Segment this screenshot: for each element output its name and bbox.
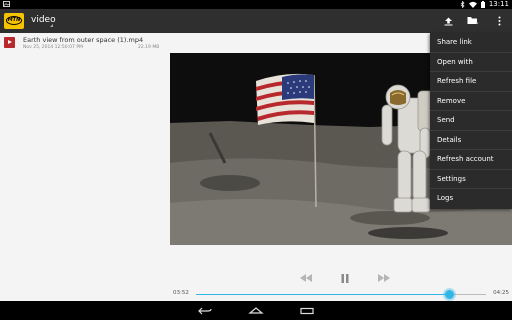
seek-progress: [196, 294, 450, 295]
fast-forward-icon[interactable]: [378, 274, 390, 282]
home-button[interactable]: [245, 303, 267, 318]
seek-track[interactable]: [196, 290, 486, 299]
new-folder-button[interactable]: [465, 13, 481, 29]
logo-text: MTN: [7, 17, 21, 23]
spinner-caret-icon: [50, 24, 53, 27]
video-file-icon: [4, 37, 15, 48]
recents-icon: [300, 307, 314, 314]
menu-item-refresh-file[interactable]: Refresh file: [430, 72, 512, 92]
action-bar: MTN video: [0, 9, 512, 33]
app-logo[interactable]: MTN: [4, 13, 24, 29]
navigation-bar: [0, 301, 512, 320]
screen: 13:11 MTN video Earth view from outer sp…: [0, 0, 512, 320]
menu-item-remove[interactable]: Remove: [430, 92, 512, 111]
rewind-icon[interactable]: [300, 274, 312, 282]
status-icons: 13:11: [460, 0, 509, 9]
folder-icon: [467, 17, 479, 25]
menu-item-send[interactable]: Send: [430, 111, 512, 131]
file-name: Earth view from outer space (1).mp4: [23, 36, 144, 44]
overflow-menu-button[interactable]: [491, 13, 507, 29]
duration: 04:25: [493, 290, 509, 296]
recents-button[interactable]: [296, 303, 318, 318]
back-icon: [198, 307, 212, 314]
home-icon: [248, 306, 264, 314]
status-bar: 13:11: [0, 0, 512, 9]
wifi-icon: [468, 1, 477, 8]
file-size: 22.19 MB: [138, 45, 160, 50]
menu-item-details[interactable]: Details: [430, 131, 512, 150]
menu-item-refresh-account[interactable]: Refresh account: [430, 150, 512, 170]
back-button[interactable]: [194, 303, 216, 318]
overflow-menu: Share link Open with Refresh file Remove Sen…: [430, 33, 512, 209]
file-list-item[interactable]: Earth view from outer space (1).mp4 Nov …: [0, 33, 170, 53]
bluetooth-icon: [460, 1, 465, 8]
menu-item-open-with[interactable]: Open with: [430, 53, 512, 72]
seek-bar: 03:52 04:25: [170, 287, 512, 301]
overflow-menu-icon: [498, 16, 500, 26]
status-time: 13:11: [488, 0, 509, 8]
playback-controls: [300, 271, 390, 285]
pause-icon[interactable]: [341, 273, 349, 283]
upload-icon: [444, 17, 452, 25]
seek-thumb[interactable]: [445, 290, 455, 299]
menu-item-share-link[interactable]: Share link: [430, 33, 512, 53]
notification-icon: [3, 1, 10, 7]
battery-icon: [480, 1, 485, 8]
menu-item-settings[interactable]: Settings: [430, 170, 512, 189]
menu-item-logs[interactable]: Logs: [430, 189, 512, 209]
file-date: Nov 25, 2014 12:50:07 PM: [23, 45, 83, 50]
current-time: 03:52: [173, 290, 189, 296]
upload-button[interactable]: [440, 13, 456, 29]
